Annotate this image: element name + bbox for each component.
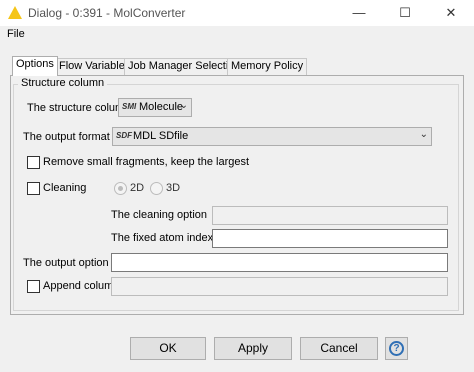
- tab-options[interactable]: Options: [12, 56, 58, 76]
- append-column-label: Append column: [43, 280, 120, 292]
- radio-2d-label: 2D: [130, 182, 145, 194]
- tab-flow-variables[interactable]: Flow Variables: [55, 58, 135, 75]
- maximize-button[interactable]: ☐: [382, 0, 428, 26]
- output-option-field[interactable]: [111, 253, 448, 272]
- chevron-down-icon: ⌄: [419, 129, 428, 140]
- ok-button[interactable]: OK: [130, 337, 206, 360]
- append-column-checkbox[interactable]: [27, 280, 40, 293]
- remove-fragments-label: Remove small fragments, keep the largest: [43, 156, 250, 168]
- fixed-atoms-label: The fixed atom indexes: [111, 232, 225, 244]
- cleaning-option-field[interactable]: [212, 206, 448, 225]
- tab-memory-policy[interactable]: Memory Policy: [227, 58, 308, 75]
- knime-app-icon: [8, 6, 22, 19]
- output-format-select[interactable]: SDF MDL SDfile ⌄: [112, 127, 432, 146]
- title-bar: Dialog - 0:391 - MolConverter — ☐ ✕: [0, 0, 474, 26]
- menu-bar: File: [0, 26, 474, 44]
- apply-button[interactable]: Apply: [214, 337, 292, 360]
- radio-3d[interactable]: [150, 182, 163, 195]
- output-format-label: The output format: [23, 131, 110, 143]
- structure-column-value: Molecule: [139, 101, 184, 113]
- structure-column-label: The structure column: [27, 102, 131, 114]
- cleaning-checkbox[interactable]: [27, 182, 40, 195]
- help-button[interactable]: ?: [385, 337, 408, 360]
- smi-type-icon: SMI: [122, 102, 137, 111]
- append-column-field[interactable]: [111, 277, 448, 296]
- structure-column-select[interactable]: SMI Molecule ⌄: [118, 98, 192, 117]
- radio-3d-label: 3D: [166, 182, 181, 194]
- output-format-value: MDL SDfile: [133, 130, 189, 142]
- help-icon: ?: [389, 341, 404, 356]
- window-title: Dialog - 0:391 - MolConverter: [28, 6, 186, 20]
- cancel-button[interactable]: Cancel: [300, 337, 378, 360]
- minimize-button[interactable]: —: [336, 0, 382, 26]
- radio-2d[interactable]: [114, 182, 127, 195]
- remove-fragments-checkbox[interactable]: [27, 156, 40, 169]
- output-option-label: The output option: [23, 257, 109, 269]
- fixed-atoms-field[interactable]: [212, 229, 448, 248]
- sdf-type-icon: SDF: [116, 131, 132, 140]
- cleaning-option-label: The cleaning option: [111, 209, 208, 221]
- chevron-down-icon: ⌄: [179, 100, 188, 111]
- radio-2d-dot: [118, 186, 123, 191]
- close-button[interactable]: ✕: [428, 0, 474, 26]
- cleaning-label: Cleaning: [43, 182, 87, 194]
- menu-file[interactable]: File: [7, 28, 25, 40]
- group-title: Structure column: [18, 77, 108, 89]
